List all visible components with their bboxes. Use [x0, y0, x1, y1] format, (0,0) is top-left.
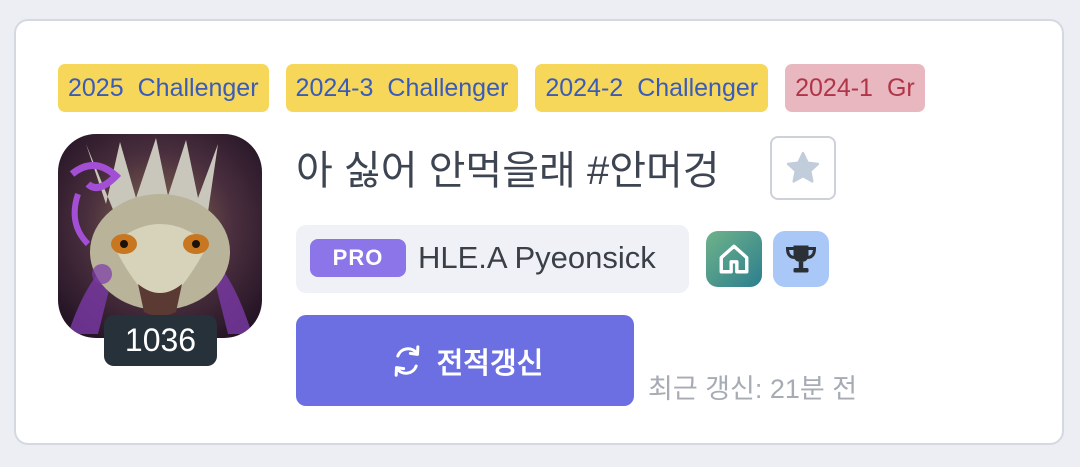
summoner-level: 1036 — [104, 315, 217, 366]
summoner-game-name: 아 싫어 안먹을래 — [296, 149, 576, 193]
last-updated-text: 최근 갱신: 21분 전 — [648, 374, 858, 404]
trophy-icon — [785, 245, 817, 273]
refresh-icon — [394, 344, 419, 377]
home-button[interactable] — [706, 231, 762, 287]
profile-icon-avatar — [58, 134, 262, 338]
renew-button[interactable]: 전적갱신 — [296, 315, 634, 406]
pro-badge: PRO — [310, 239, 406, 277]
star-icon — [786, 151, 820, 183]
profile-card: 2025 Challenger 2024-3 Challenger 2024-2 Chal… — [14, 19, 1064, 445]
pro-player-tag[interactable]: PRO HLE.A Pyeonsick — [296, 225, 689, 293]
tier-badge-2024-2: 2024-2 Challenger — [535, 64, 769, 112]
summoner-tag: #안머겅 — [586, 149, 720, 193]
tier-history: 2025 Challenger 2024-3 Challenger 2024-2 Chal… — [58, 64, 1022, 114]
pro-player-name: HLE.A Pyeonsick — [418, 240, 656, 275]
renew-button-label: 전적갱신 — [436, 347, 544, 380]
trophy-button[interactable] — [773, 231, 829, 287]
tier-badge-2024-1: 2024-1 Gr — [785, 64, 925, 112]
tier-badge-2025: 2025 Challenger — [58, 64, 269, 112]
home-icon — [719, 244, 749, 274]
tier-badge-2024-3: 2024-3 Challenger — [285, 64, 519, 112]
summoner-name: 아 싫어 안먹을래 #안머겅 — [296, 143, 720, 199]
favorite-button[interactable] — [770, 136, 836, 200]
